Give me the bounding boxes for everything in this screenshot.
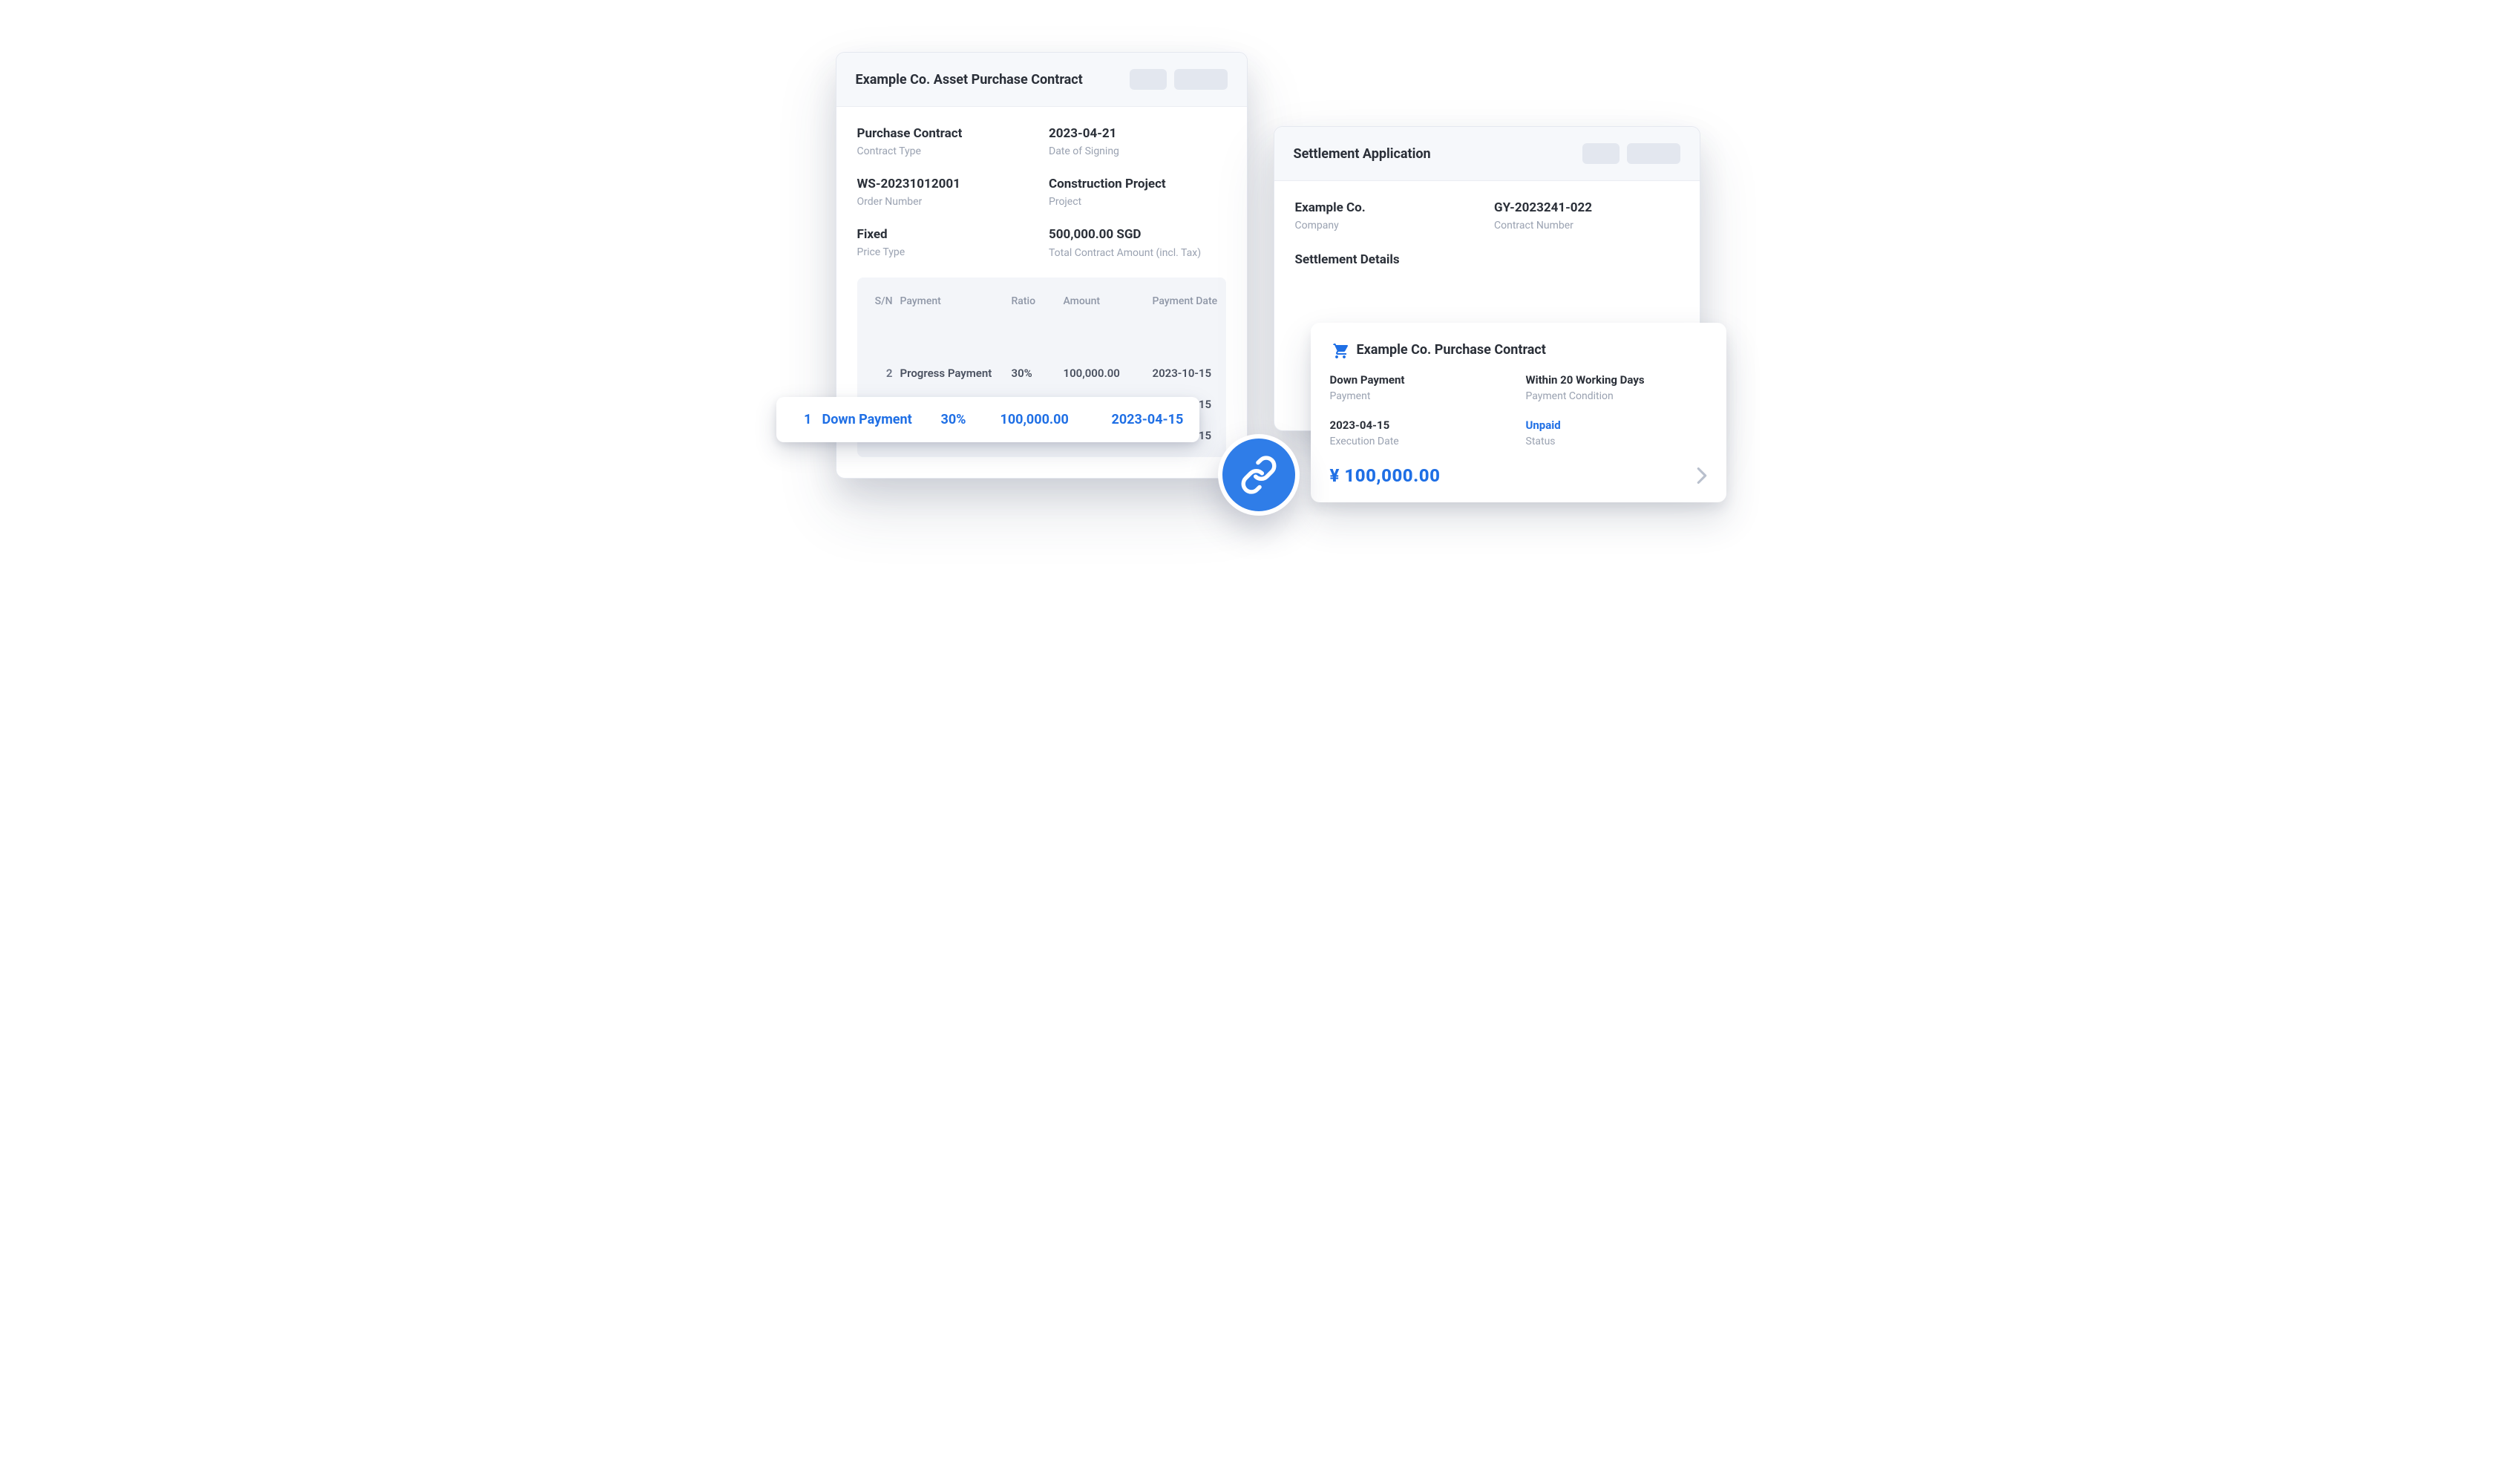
table-row-highlighted[interactable]: 1 Down Payment 30% 100,000.00 2023-04-15 [776,397,1199,442]
field-date-signing: 2023-04-21 Date of Signing [1049,126,1226,157]
col-sn: S/N [868,295,900,307]
settlement-detail-card[interactable]: Example Co. Purchase Contract Down Payme… [1311,323,1726,502]
settlement-header-actions [1582,143,1680,164]
contract-title: Example Co. Asset Purchase Contract [856,72,1083,88]
contract-card-header: Example Co. Asset Purchase Contract [836,53,1247,107]
col-payment: Payment [900,295,1012,307]
field-status: Unpaid Status [1526,418,1707,447]
chevron-right-icon [1697,467,1707,484]
field-project: Construction Project Project [1049,177,1226,208]
amount-row[interactable]: ¥ 100,000.00 [1330,465,1707,486]
cart-icon [1330,341,1348,358]
field-total-amount: 500,000.00 SGD Total Contract Amount (in… [1049,227,1226,260]
field-payment: Down Payment Payment [1330,373,1511,402]
field-contract-type: Purchase Contract Contract Type [857,126,1035,157]
settlement-title: Settlement Application [1294,146,1431,162]
action-button-2[interactable] [1174,69,1228,90]
detail-card-header: Example Co. Purchase Contract [1330,341,1707,358]
table-row[interactable]: 2 Progress Payment 30% 100,000.00 2023-1… [857,358,1226,389]
col-ratio: Ratio [1012,295,1064,307]
field-company: Example Co. Company [1295,200,1480,232]
action-button-1[interactable] [1130,69,1167,90]
contract-header-actions [1130,69,1228,90]
settlement-details-heading: Settlement Details [1295,252,1679,267]
col-amount: Amount [1064,295,1153,307]
field-contract-number: GY-2023241-022 Contract Number [1494,200,1679,232]
action-button-3[interactable] [1582,143,1620,164]
link-icon [1218,434,1300,516]
settlement-card-header: Settlement Application [1274,127,1700,181]
field-order-number: WS-20231012001 Order Number [857,177,1035,208]
col-date: Payment Date [1153,295,1234,307]
table-header-row: S/N Payment Ratio Amount Payment Date [857,286,1226,316]
field-execution-date: 2023-04-15 Execution Date [1330,418,1511,447]
settlement-amount: ¥ 100,000.00 [1330,465,1441,486]
field-price-type: Fixed Price Type [857,227,1035,260]
detail-card-title: Example Co. Purchase Contract [1357,342,1546,358]
field-payment-condition: Within 20 Working Days Payment Condition [1526,373,1707,402]
action-button-4[interactable] [1627,143,1680,164]
